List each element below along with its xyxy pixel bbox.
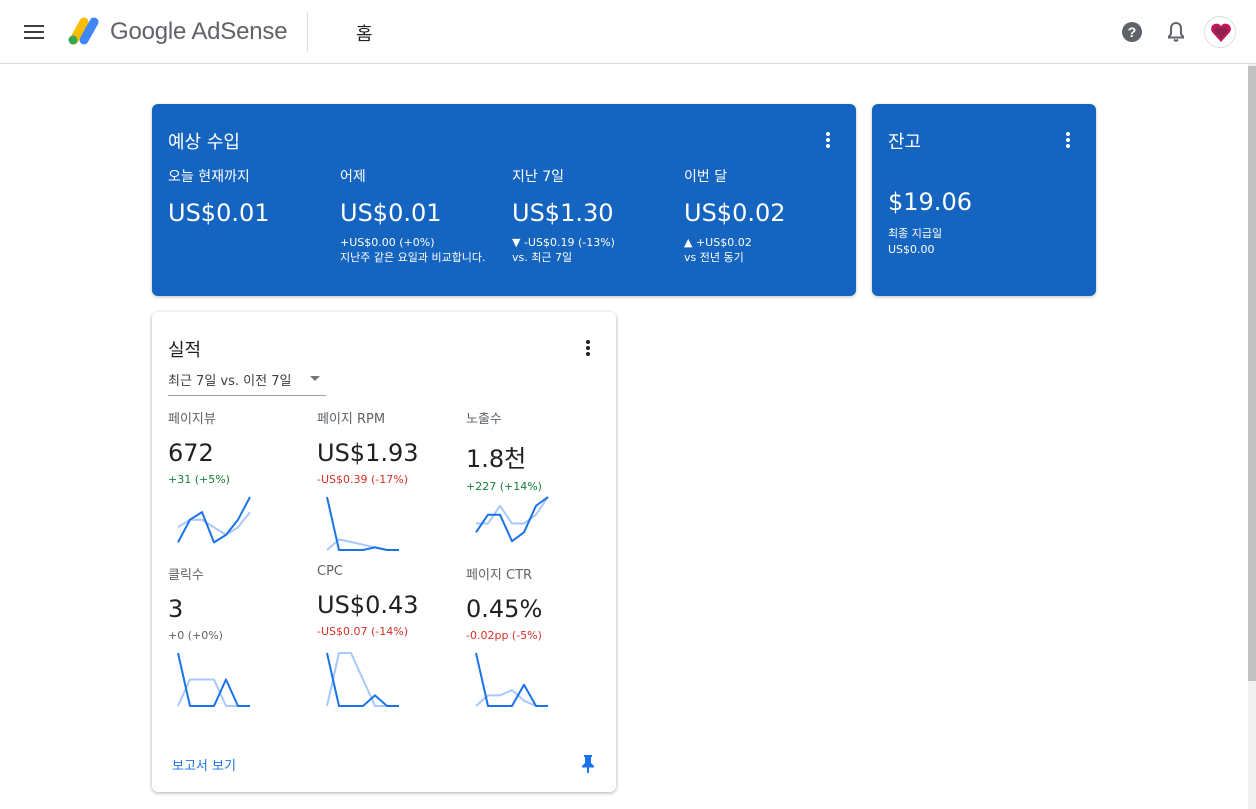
metric-value: US$1.93 — [317, 439, 419, 467]
adsense-logo-icon — [68, 17, 99, 45]
metric-value: US$0.43 — [317, 591, 419, 619]
svg-text:?: ? — [1128, 24, 1137, 40]
metric-label: 페이지 RPM — [317, 412, 386, 427]
pin-icon[interactable] — [580, 754, 596, 774]
metric-tile[interactable]: 페이지뷰 672 +31 (+5%) — [168, 408, 308, 486]
metric-change: +227 (+14%) — [466, 480, 542, 493]
sparkline-chart — [475, 652, 548, 707]
earnings-value: US$0.01 — [168, 199, 270, 227]
scrollbar-thumb[interactable] — [1248, 66, 1256, 681]
sparkline-current — [326, 496, 399, 551]
more-options-icon[interactable] — [824, 132, 832, 150]
menu-icon[interactable] — [22, 22, 46, 42]
sparkline-chart — [177, 652, 250, 707]
header-divider — [307, 12, 308, 52]
earnings-last-7-days: 지난 7일 US$1.30 ▼ -US$0.19 (-13%) vs. 최근 7… — [512, 166, 672, 265]
performance-card: 실적 최근 7일 vs. 이전 7일 페이지뷰 672 +31 (+5%) 페이지 R… — [152, 312, 616, 792]
bell-icon[interactable] — [1164, 20, 1188, 44]
sparkline-previous — [476, 496, 549, 525]
metric-value: 0.45% — [466, 595, 543, 623]
top-app-bar: Google AdSense 홈 ? — [0, 0, 1256, 64]
metric-change: -0.02pp (-5%) — [466, 629, 542, 642]
earnings-label: 오늘 현재까지 — [168, 169, 250, 185]
earnings-yesterday: 어제 US$0.01 +US$0.00 (+0%) 지난주 같은 요일과 비교합… — [340, 166, 500, 265]
earnings-label: 어제 — [340, 169, 366, 185]
date-range-dropdown[interactable]: 최근 7일 vs. 이전 7일 — [168, 368, 326, 396]
earnings-label: 이번 달 — [684, 169, 728, 185]
metric-tile[interactable]: 페이지 RPM US$1.93 -US$0.39 (-17%) — [317, 408, 457, 486]
metric-value: 1.8천 — [466, 445, 527, 473]
earnings-label: 지난 7일 — [512, 169, 564, 185]
date-range-value: 최근 7일 vs. 이전 7일 — [168, 374, 292, 389]
last-payment-value: US$0.00 — [888, 243, 935, 256]
sparkline-current — [475, 496, 549, 543]
earnings-value: US$1.30 — [512, 199, 614, 227]
balance-title: 잔고 — [888, 132, 922, 153]
metric-tile[interactable]: 클릭수 3 +0 (+0%) — [168, 564, 308, 642]
earnings-comparison: +US$0.00 (+0%) 지난주 같은 요일과 비교합니다. — [340, 236, 486, 264]
sparkline-current — [475, 652, 548, 707]
balance-card: 잔고 $19.06 최종 지급일 US$0.00 — [872, 104, 1096, 296]
metric-value: 3 — [168, 595, 184, 623]
help-icon[interactable]: ? — [1120, 20, 1144, 44]
sparkline-chart — [177, 496, 251, 544]
more-options-icon[interactable] — [584, 340, 592, 358]
earnings-today: 오늘 현재까지 US$0.01 — [168, 166, 328, 227]
metric-label: 클릭수 — [168, 568, 204, 583]
metric-value: 672 — [168, 439, 214, 467]
metric-tile[interactable]: CPC US$0.43 -US$0.07 (-14%) — [317, 564, 457, 638]
last-payment-label: 최종 지급일 — [888, 227, 943, 240]
last-payment: 최종 지급일 US$0.00 — [888, 226, 942, 258]
earnings-comparison: ▲ +US$0.02 vs 전년 동기 — [684, 236, 752, 264]
performance-title: 실적 — [168, 340, 202, 361]
earnings-value: US$0.02 — [684, 199, 786, 227]
sparkline-chart — [326, 496, 399, 551]
metric-label: CPC — [317, 564, 343, 579]
metric-label: 노출수 — [466, 412, 502, 427]
dropdown-arrow-icon — [310, 376, 320, 381]
metric-label: 페이지뷰 — [168, 412, 216, 427]
more-options-icon[interactable] — [1064, 132, 1072, 150]
earnings-comparison: ▼ -US$0.19 (-13%) vs. 최근 7일 — [512, 236, 615, 264]
metric-change: +31 (+5%) — [168, 473, 230, 486]
page-title: 홈 — [356, 24, 373, 45]
brand-name[interactable]: Google AdSense — [110, 18, 288, 46]
metric-label: 페이지 CTR — [466, 568, 533, 583]
metric-change: -US$0.07 (-14%) — [317, 625, 408, 638]
sparkline-chart — [475, 496, 549, 543]
metric-change: +0 (+0%) — [168, 629, 223, 642]
view-report-link[interactable]: 보고서 보기 — [172, 755, 236, 774]
avatar[interactable] — [1204, 16, 1236, 48]
metric-change: -US$0.39 (-17%) — [317, 473, 408, 486]
earnings-this-month: 이번 달 US$0.02 ▲ +US$0.02 vs 전년 동기 — [684, 166, 844, 265]
sparkline-chart — [326, 652, 399, 707]
metric-tile[interactable]: 노출수 1.8천 +227 (+14%) — [466, 408, 606, 493]
balance-value: $19.06 — [888, 188, 972, 216]
estimated-earnings-card: 예상 수입 오늘 현재까지 US$0.01 어제 US$0.01 +US$0.0… — [152, 104, 856, 296]
page-scrollbar[interactable] — [1248, 64, 1256, 809]
earnings-value: US$0.01 — [340, 199, 442, 227]
earnings-title: 예상 수입 — [168, 132, 240, 153]
metric-tile[interactable]: 페이지 CTR 0.45% -0.02pp (-5%) — [466, 564, 606, 642]
